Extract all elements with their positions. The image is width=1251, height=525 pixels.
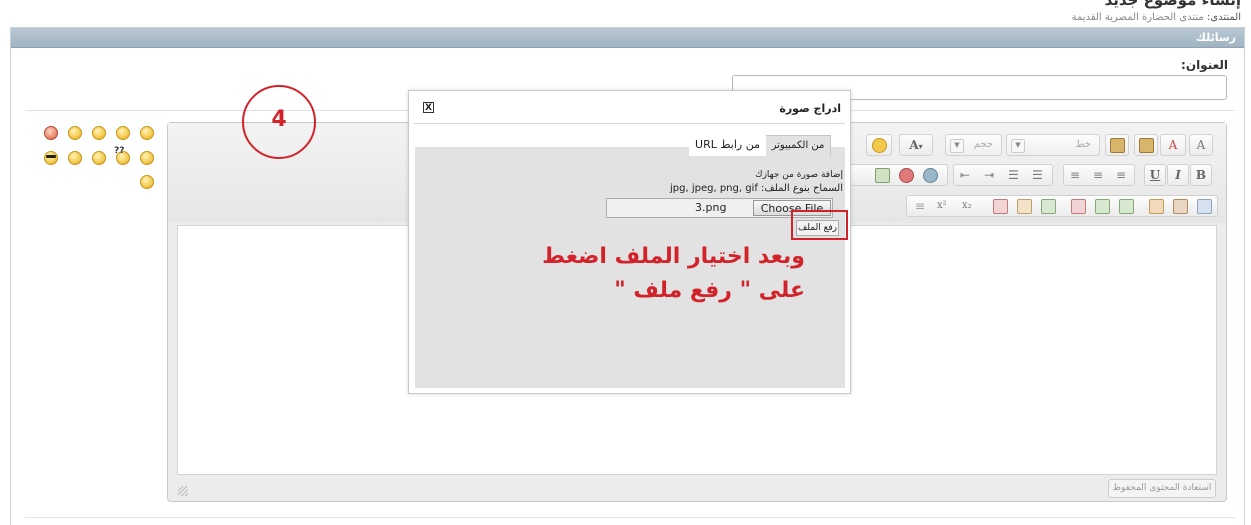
subscript-button[interactable]: x₂ bbox=[962, 196, 972, 216]
font-color-label: A bbox=[909, 138, 919, 152]
indent-icon[interactable]: ⇥ bbox=[984, 165, 994, 185]
restore-content-button[interactable]: استعادة المحتوى المحفوظ bbox=[1108, 479, 1216, 498]
smile-smiley-icon[interactable] bbox=[116, 126, 130, 140]
bold-button[interactable]: B bbox=[1190, 164, 1212, 186]
tongue-smiley-icon[interactable] bbox=[140, 151, 154, 165]
align-left-icon[interactable]: ≡ bbox=[1070, 165, 1080, 185]
remove-format-button[interactable]: A bbox=[1160, 134, 1186, 156]
smilies-panel: ?? bbox=[40, 124, 160, 194]
col-after-icon[interactable] bbox=[1017, 199, 1032, 214]
horizontal-rule-icon[interactable]: ≡ bbox=[915, 196, 925, 216]
smiley-insert-icon[interactable] bbox=[866, 134, 892, 156]
col-before-icon[interactable] bbox=[1041, 199, 1056, 214]
close-icon[interactable]: X bbox=[423, 102, 434, 113]
font-color-button[interactable]: A▾ bbox=[899, 134, 933, 156]
font-family-select[interactable]: خط ▼ bbox=[1006, 134, 1100, 156]
table-tools-group: x₂ x² ≡ bbox=[906, 195, 1218, 217]
step-number-circle: 4 bbox=[242, 85, 316, 159]
allowed-types: السماح بنوع الملف: jpg, jpeg, png, gif bbox=[670, 183, 843, 194]
image-icon[interactable] bbox=[875, 168, 890, 183]
instruction-text: وبعد اختيار الملف اضغط على " رفع ملف " bbox=[542, 240, 805, 308]
list-indent-group: ⇤ ⇥ ☰ ☰ bbox=[953, 164, 1053, 186]
outdent-icon[interactable]: ⇤ bbox=[960, 165, 970, 185]
font-size-placeholder: حجم bbox=[973, 139, 993, 150]
title-label: العنوان: bbox=[1181, 58, 1228, 72]
laugh-smiley-icon[interactable] bbox=[92, 151, 106, 165]
table-cell-icon[interactable] bbox=[1119, 199, 1134, 214]
happy-smiley-icon[interactable] bbox=[68, 151, 82, 165]
table-delete-icon[interactable] bbox=[1071, 199, 1086, 214]
highlight-box bbox=[791, 210, 848, 240]
italic-button[interactable]: I bbox=[1167, 164, 1189, 186]
bullet-list-icon[interactable]: ☰ bbox=[1008, 165, 1019, 185]
link-icon[interactable] bbox=[899, 168, 914, 183]
cool-smiley-icon[interactable] bbox=[44, 151, 58, 165]
font-size-icon[interactable]: A bbox=[1189, 134, 1213, 156]
tab-from-url[interactable]: من رابط URL bbox=[689, 135, 766, 156]
wink-smiley-icon[interactable] bbox=[140, 175, 154, 189]
superscript-button[interactable]: x² bbox=[937, 196, 947, 216]
table-row-icon[interactable] bbox=[1149, 199, 1164, 214]
font-size-select[interactable]: حجم ▼ bbox=[945, 134, 1002, 156]
upload-heading: إضافة صورة من جهازك bbox=[755, 170, 843, 180]
grin-smiley-icon[interactable] bbox=[140, 126, 154, 140]
align-right-icon[interactable]: ≡ bbox=[1116, 165, 1126, 185]
resize-grip-icon[interactable] bbox=[178, 486, 188, 496]
underline-button[interactable]: U bbox=[1144, 164, 1166, 186]
chevron-down-icon: ▼ bbox=[1011, 139, 1025, 153]
sad-smiley-icon[interactable] bbox=[92, 126, 106, 140]
col-delete-icon[interactable] bbox=[993, 199, 1008, 214]
file-name: 3.png bbox=[695, 201, 727, 214]
table-props-icon[interactable] bbox=[1173, 199, 1188, 214]
paste-text-icon[interactable] bbox=[1105, 134, 1129, 156]
chevron-down-icon: ▼ bbox=[950, 139, 964, 153]
font-family-placeholder: خط bbox=[1075, 139, 1091, 150]
panel-header-title: رسائلك bbox=[1195, 31, 1236, 44]
table-icon[interactable] bbox=[1197, 199, 1212, 214]
tab-from-computer[interactable]: من الكمبيوتر bbox=[765, 135, 831, 156]
confused-smiley-icon[interactable]: ?? bbox=[114, 146, 130, 165]
unlink-icon[interactable] bbox=[923, 168, 938, 183]
alignment-group: ≡ ≡ ≡ bbox=[1063, 164, 1135, 186]
instruction-line-1: وبعد اختيار الملف اضغط bbox=[542, 244, 805, 269]
divider bbox=[25, 517, 1235, 518]
angry-smiley-icon[interactable] bbox=[44, 126, 58, 140]
numbered-list-icon[interactable]: ☰ bbox=[1032, 165, 1043, 185]
breadcrumb-label: المنتدى: bbox=[1206, 12, 1241, 23]
surprised-smiley-icon[interactable] bbox=[68, 126, 82, 140]
table-merge-icon[interactable] bbox=[1095, 199, 1110, 214]
step-number: 4 bbox=[271, 107, 287, 132]
align-center-icon[interactable]: ≡ bbox=[1093, 165, 1103, 185]
instruction-line-2: على " رفع ملف " bbox=[614, 278, 805, 303]
breadcrumb: المنتدى: منتدى الحضارة المصرية القديمة bbox=[1072, 12, 1241, 23]
paste-word-icon[interactable] bbox=[1134, 134, 1158, 156]
insert-group bbox=[844, 164, 948, 186]
page-title: إنشاء موضوع جديد bbox=[1104, 0, 1241, 9]
divider bbox=[414, 123, 845, 124]
dialog-title: ادراج صورة bbox=[779, 102, 841, 115]
breadcrumb-forum-link[interactable]: منتدى الحضارة المصرية القديمة bbox=[1072, 12, 1204, 23]
panel-header: رسائلك bbox=[11, 28, 1244, 48]
